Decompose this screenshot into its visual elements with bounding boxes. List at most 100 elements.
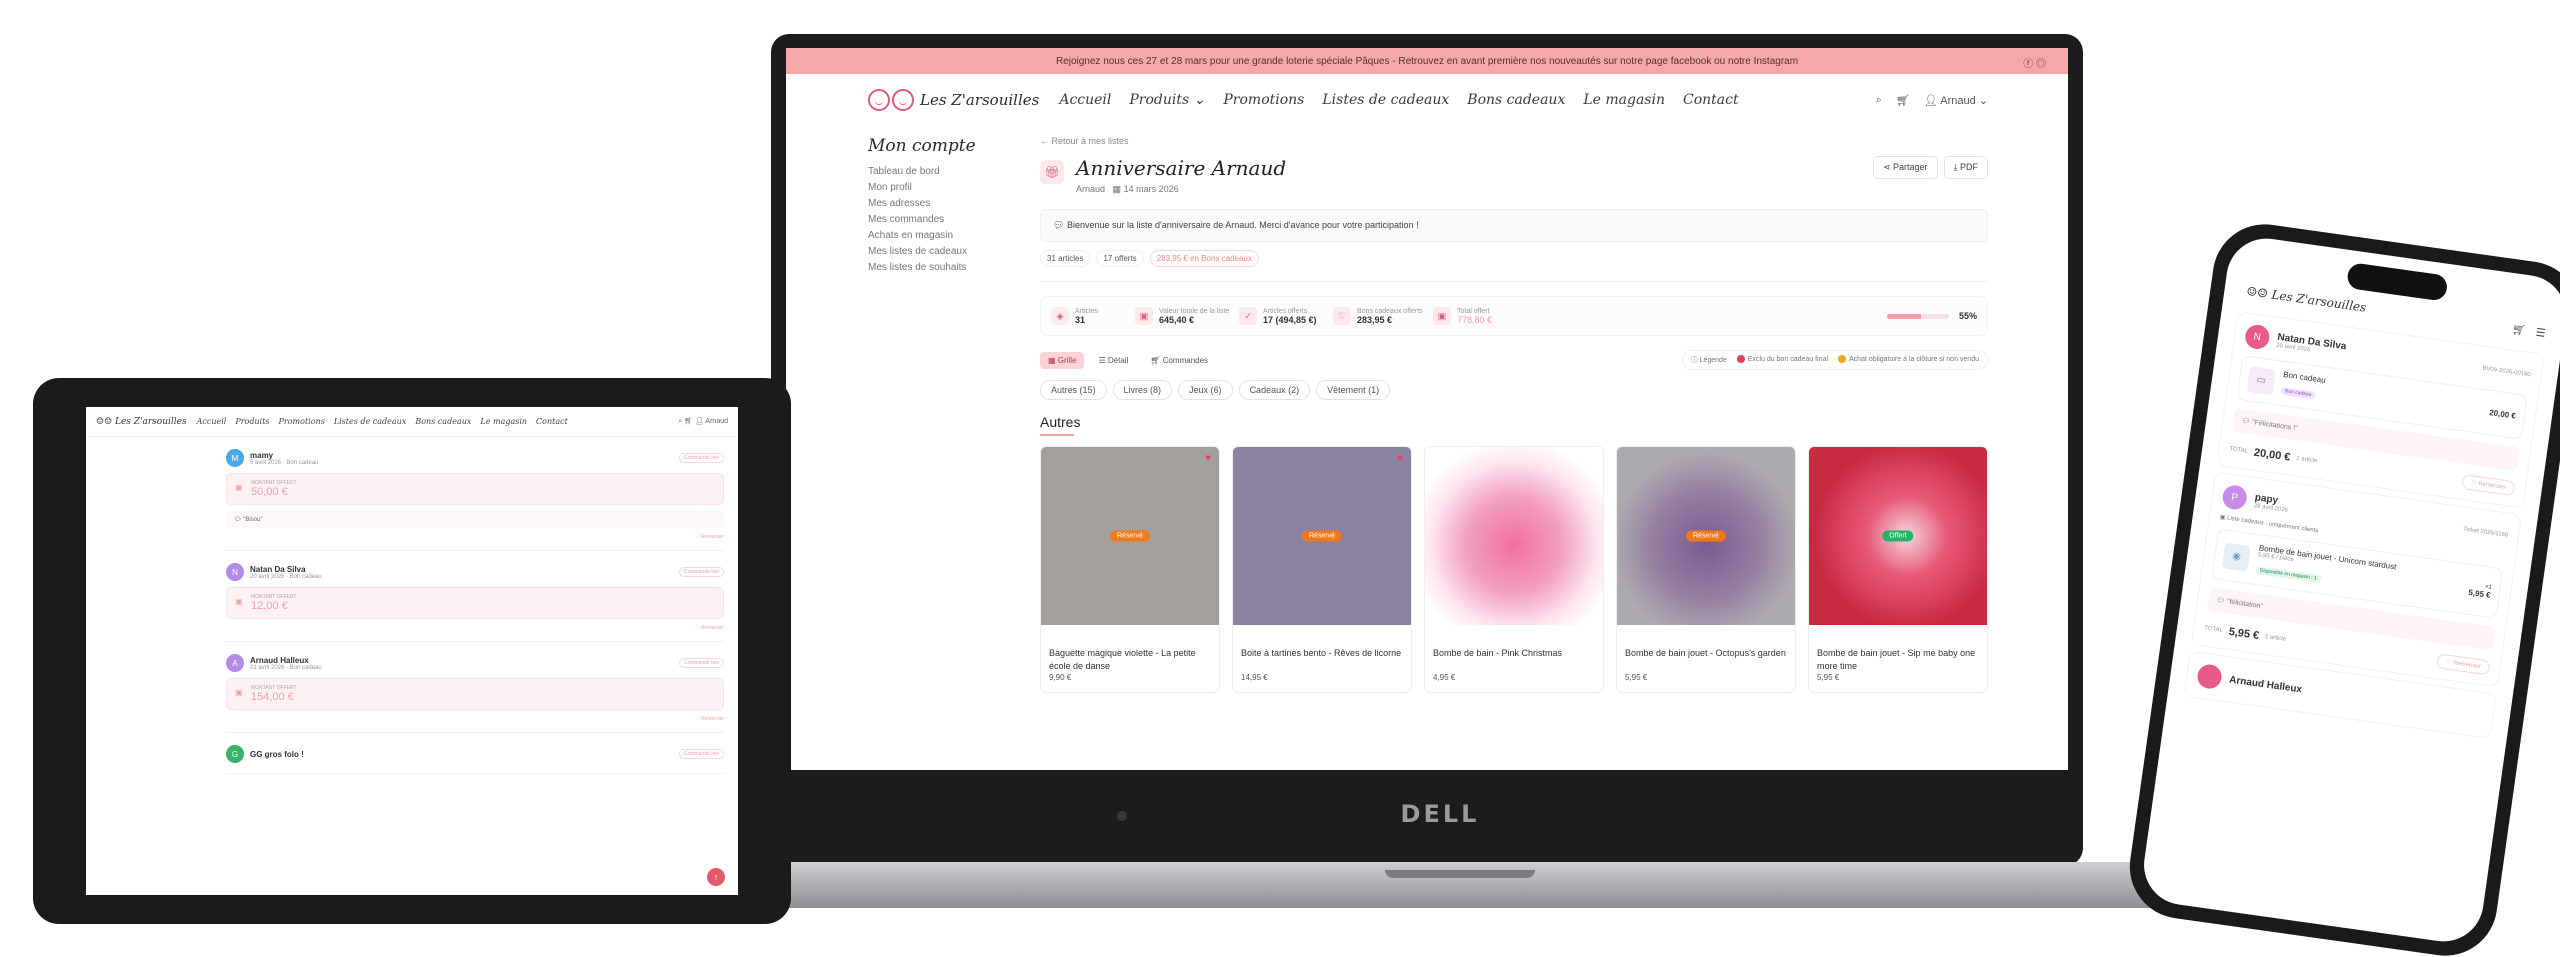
check-icon: ✓ bbox=[1239, 307, 1257, 325]
filter-cadeaux[interactable]: Cadeaux (2) bbox=[1238, 380, 1311, 400]
contribution-date: 20 avril 2026 · Bon cadeau bbox=[250, 573, 322, 580]
product-image: Réservé bbox=[1617, 447, 1795, 625]
product-thumbnail: ◉ bbox=[2221, 541, 2252, 572]
item-count: 1 article bbox=[2295, 455, 2318, 464]
t-nav-contact[interactable]: Contact bbox=[536, 417, 568, 426]
tag-icon: ◈ bbox=[1051, 307, 1069, 325]
thank-button[interactable]: ♡ Remercier bbox=[226, 534, 724, 540]
nav-promotions[interactable]: Promotions bbox=[1223, 92, 1304, 108]
sidebar-item-store-purchases[interactable]: Achats en magasin bbox=[868, 230, 1040, 241]
list-meta: Arnaud ▦ 14 mars 2026 bbox=[1076, 184, 1286, 195]
tab-grille[interactable]: ▦ Grille bbox=[1040, 351, 1085, 369]
reserved-badge: Réservé bbox=[1685, 530, 1727, 542]
gift-icon: 🎁︎ bbox=[1040, 160, 1064, 184]
order-tag[interactable]: Commande liée bbox=[678, 567, 724, 577]
stat-label: Total offert bbox=[1457, 307, 1490, 315]
filter-jeux[interactable]: Jeux (6) bbox=[1178, 380, 1233, 400]
avatar: P bbox=[2221, 483, 2249, 511]
reserved-badge: Réservé bbox=[1109, 530, 1151, 542]
t-nav-accueil[interactable]: Accueil bbox=[197, 417, 227, 426]
stat-value: 31 bbox=[1075, 314, 1086, 325]
sidebar-item-addresses[interactable]: Mes adresses bbox=[868, 198, 1040, 209]
nav-magasin[interactable]: Le magasin bbox=[1583, 92, 1665, 108]
thank-label: Remercier bbox=[2477, 481, 2507, 491]
gift-card-icon: ▭ bbox=[2246, 365, 2276, 396]
sidebar-item-profile[interactable]: Mon profil bbox=[868, 182, 1040, 193]
legend-mandatory: Achat obligatoire à la clôture si non ve… bbox=[1838, 355, 1979, 365]
chip-articles: 31 articles bbox=[1040, 250, 1091, 267]
order-tag[interactable]: Commande liée bbox=[678, 749, 724, 759]
thank-button[interactable]: ♡ Remercier bbox=[226, 625, 724, 631]
product-card[interactable]: ♥ Réservé Boite à tartines bento - Rêves… bbox=[1232, 446, 1412, 693]
scroll-top-icon[interactable]: ↑ bbox=[707, 868, 725, 886]
order-card: P papy 28 avril 2026 Ticket 2026/1168 ▣ L… bbox=[2190, 471, 2523, 688]
phone-logo[interactable]: ☺☺ Les Z'arsouilles bbox=[2246, 284, 2368, 315]
menu-icon[interactable]: ☰ bbox=[2535, 325, 2547, 339]
order-tag[interactable]: Commande liée bbox=[678, 658, 724, 668]
product-card[interactable]: Bombe de bain - Pink Christmas 4,95 € bbox=[1424, 446, 1604, 693]
total-label: TOTAL bbox=[2203, 624, 2224, 634]
search-icon[interactable]: ⌕ bbox=[1876, 94, 1882, 107]
thank-button[interactable]: ♡ Remercier bbox=[2461, 473, 2516, 497]
welcome-message: 💬︎ Bienvenue sur la liste d'anniversaire… bbox=[1040, 209, 1988, 242]
order-tag[interactable]: Commande liée bbox=[678, 453, 724, 463]
tab-detail[interactable]: ☰ Détail bbox=[1090, 352, 1136, 369]
thank-button[interactable]: ♡ Remercier bbox=[2436, 653, 2491, 676]
product-card[interactable]: ♥ Réservé Baguette magique violette - La… bbox=[1040, 446, 1220, 693]
social-icons[interactable]: ⓕ ◎ bbox=[2023, 55, 2046, 70]
stat-value: 645,40 € bbox=[1159, 314, 1195, 325]
product-card[interactable]: Réservé Bombe de bain jouet - Octopus's … bbox=[1616, 446, 1796, 693]
filter-vetement[interactable]: Vêtement (1) bbox=[1316, 380, 1391, 400]
product-price: 5,95 € bbox=[1625, 673, 1648, 682]
t-nav-magasin[interactable]: Le magasin bbox=[480, 417, 527, 426]
heart-icon[interactable]: ♥ bbox=[1397, 453, 1403, 464]
pdf-button[interactable]: ⤓ PDF bbox=[1943, 156, 1988, 179]
sidebar-item-gift-lists[interactable]: Mes listes de cadeaux bbox=[868, 246, 1040, 257]
tablet-user-menu[interactable]: ⌕ 🛒︎ 👤︎ Arnaud bbox=[678, 417, 728, 426]
tab-label: Grille bbox=[1057, 355, 1077, 365]
divider bbox=[1040, 281, 1988, 282]
list-owner: Arnaud bbox=[1076, 184, 1106, 194]
nav-bons[interactable]: Bons cadeaux bbox=[1467, 92, 1565, 108]
filter-autres[interactable]: Autres (15) bbox=[1040, 380, 1107, 400]
filter-livres[interactable]: Livres (8) bbox=[1112, 380, 1173, 400]
t-nav-listes[interactable]: Listes de cadeaux bbox=[334, 417, 407, 426]
tab-commandes[interactable]: 🛒︎ Commandes bbox=[1142, 352, 1216, 369]
message-text: félicitation bbox=[2228, 598, 2261, 610]
nav-listes[interactable]: Listes de cadeaux bbox=[1322, 92, 1449, 108]
phone-logo-text: Les Z'arsouilles bbox=[2270, 287, 2368, 315]
contribution-card: N Natan Da Silva 20 avril 2026 · Bon cade… bbox=[226, 557, 724, 642]
total-value: 5,95 € bbox=[2227, 625, 2260, 642]
phone-frame: ☺☺ Les Z'arsouilles 🛒︎ ☰ N Natan Da Silva… bbox=[2123, 217, 2560, 957]
total-label: TOTAL bbox=[2229, 445, 2249, 455]
tablet-logo[interactable]: ☺☺ Les Z'arsouilles bbox=[96, 417, 187, 427]
chip-bons-cadeaux: 283,95 € en Bons cadeaux bbox=[1149, 250, 1259, 267]
logo-text: Les Z'arsouilles bbox=[920, 91, 1040, 109]
user-menu[interactable]: 👤︎ Arnaud ⌄ bbox=[1924, 94, 1988, 107]
t-nav-bons[interactable]: Bons cadeaux bbox=[415, 417, 471, 426]
product-card[interactable]: Offert Bombe de bain jouet - Sip me baby… bbox=[1808, 446, 1988, 693]
thank-button[interactable]: ♡ Remercier bbox=[226, 716, 724, 722]
t-nav-produits[interactable]: Produits bbox=[235, 417, 269, 426]
legend-excluded-label: Exclu du bon cadeau final bbox=[1747, 355, 1829, 363]
stat-value: 283,95 € bbox=[1357, 314, 1393, 325]
contribution-card: M mamy 5 avril 2026 · Bon cadeau Commande… bbox=[226, 443, 724, 551]
dell-logo: DELL bbox=[1400, 800, 1480, 828]
account-sidebar: Mon compte Tableau de bord Mon profil Me… bbox=[868, 136, 1040, 693]
contributor-name: mamy bbox=[250, 450, 274, 460]
sidebar-item-dashboard[interactable]: Tableau de bord bbox=[868, 166, 1040, 177]
nav-produits[interactable]: Produits ⌄ bbox=[1129, 92, 1205, 108]
progress: 55% bbox=[1886, 311, 1977, 321]
back-link[interactable]: ← Retour à mes listes bbox=[1040, 136, 1988, 146]
sidebar-item-wishlists[interactable]: Mes listes de souhaits bbox=[868, 262, 1040, 273]
message: 💬︎ "Bisou" bbox=[226, 511, 724, 528]
nav-accueil[interactable]: Accueil bbox=[1059, 92, 1111, 108]
share-button[interactable]: ⋖ Partager bbox=[1872, 156, 1938, 179]
site-logo[interactable]: Les Z'arsouilles bbox=[868, 89, 1039, 111]
t-nav-promotions[interactable]: Promotions bbox=[279, 417, 325, 426]
cart-icon[interactable]: 🛒︎ bbox=[2511, 322, 2527, 337]
nav-contact[interactable]: Contact bbox=[1683, 92, 1739, 108]
cart-icon[interactable]: 🛒︎ bbox=[1896, 94, 1910, 107]
sidebar-item-orders[interactable]: Mes commandes bbox=[868, 214, 1040, 225]
heart-icon[interactable]: ♥ bbox=[1205, 453, 1211, 464]
